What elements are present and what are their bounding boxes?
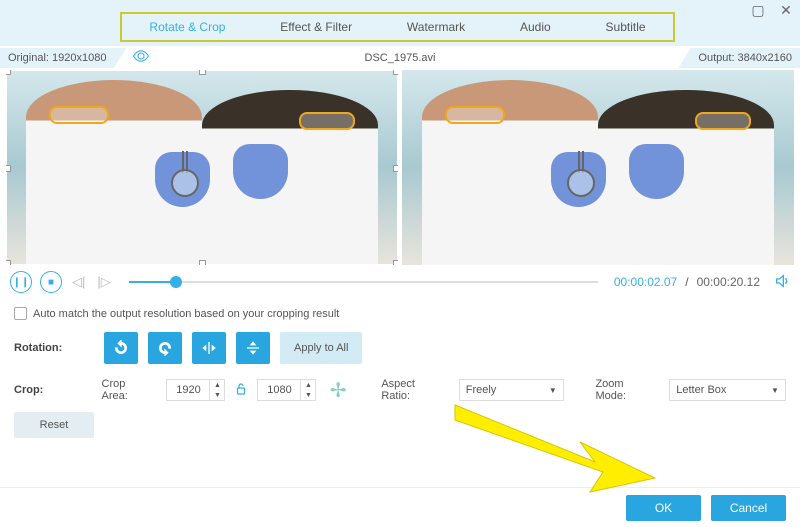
aspect-ratio-select[interactable]: Freely▼ [459,379,564,401]
crop-area-label: Crop Area: [102,378,153,402]
next-frame-icon[interactable]: |▷ [95,274,112,290]
crop-height-input[interactable]: 1080▲▼ [257,379,316,401]
chevron-down-icon: ▼ [771,386,779,395]
prev-frame-icon[interactable]: ◁| [70,274,87,290]
flip-vertical-button[interactable] [236,332,270,364]
crop-handle-bl[interactable] [6,260,11,265]
crop-handle-bc[interactable] [199,260,206,265]
tab-audio[interactable]: Audio [512,20,559,34]
preview-original[interactable] [6,70,398,265]
time-sep: / [685,275,688,289]
crop-label: Crop: [14,384,92,396]
automatch-label: Auto match the output resolution based o… [33,308,339,320]
tab-rotate-crop[interactable]: Rotate & Crop [141,20,233,34]
original-resolution-label: Original: 1920x1080 [0,48,126,68]
time-total: 00:00:20.12 [697,275,760,289]
crop-handle-tr[interactable] [393,70,398,75]
crop-handle-br[interactable] [393,260,398,265]
window-controls: ▢ ✕ [750,2,794,18]
crop-handle-ml[interactable] [6,165,11,172]
flip-horizontal-button[interactable] [192,332,226,364]
minimize-icon[interactable]: ▢ [750,2,766,18]
seek-slider[interactable] [129,281,598,283]
cancel-button[interactable]: Cancel [711,495,786,521]
dialog-footer: OK Cancel [0,487,800,527]
preview-row [0,70,800,265]
automatch-checkbox[interactable] [14,307,27,320]
zoom-mode-label: Zoom Mode: [595,378,655,402]
crop-width-input[interactable]: 1920▲▼ [166,379,225,401]
playback-controls: ❙❙ ■ ◁| |▷ 00:00:02.07 / 00:00:20.12 [0,265,800,295]
rotate-right-button[interactable] [148,332,182,364]
ok-button[interactable]: OK [626,495,701,521]
zoom-mode-select[interactable]: Letter Box▼ [669,379,786,401]
eye-icon[interactable] [132,49,150,66]
crop-handle-tl[interactable] [6,70,11,75]
crop-h-up[interactable]: ▲ [301,380,315,390]
info-bar: Original: 1920x1080 DSC_1975.avi Output:… [0,46,800,70]
tab-effect-filter[interactable]: Effect & Filter [272,20,360,34]
close-icon[interactable]: ✕ [778,2,794,18]
chevron-down-icon: ▼ [549,386,557,395]
rotate-left-button[interactable] [104,332,138,364]
crop-w-down[interactable]: ▼ [210,390,224,400]
tab-watermark[interactable]: Watermark [399,20,473,34]
filename-label: DSC_1975.avi [365,52,436,64]
crop-position-icon[interactable]: ✢ [326,378,349,402]
tab-subtitle[interactable]: Subtitle [598,20,654,34]
crop-h-down[interactable]: ▼ [301,390,315,400]
time-current: 00:00:02.07 [614,275,677,289]
crop-frame[interactable] [6,70,398,265]
apply-to-all-button[interactable]: Apply to All [280,332,362,364]
title-bar: Rotate & Crop Effect & Filter Watermark … [0,0,800,46]
aspect-ratio-label: Aspect Ratio: [381,378,444,402]
tabs-highlight-frame: Rotate & Crop Effect & Filter Watermark … [120,12,675,42]
speaker-icon[interactable] [774,273,790,292]
options-panel: Auto match the output resolution based o… [0,295,800,438]
crop-w-up[interactable]: ▲ [210,380,224,390]
stop-icon[interactable]: ■ [40,271,62,293]
reset-button[interactable]: Reset [14,412,94,438]
crop-handle-tc[interactable] [199,70,206,75]
rotation-label: Rotation: [14,342,94,354]
preview-output [402,70,794,265]
crop-handle-mr[interactable] [393,165,398,172]
output-resolution-label: Output: 3840x2160 [678,48,800,68]
pause-icon[interactable]: ❙❙ [10,271,32,293]
lock-aspect-icon[interactable] [235,382,247,399]
